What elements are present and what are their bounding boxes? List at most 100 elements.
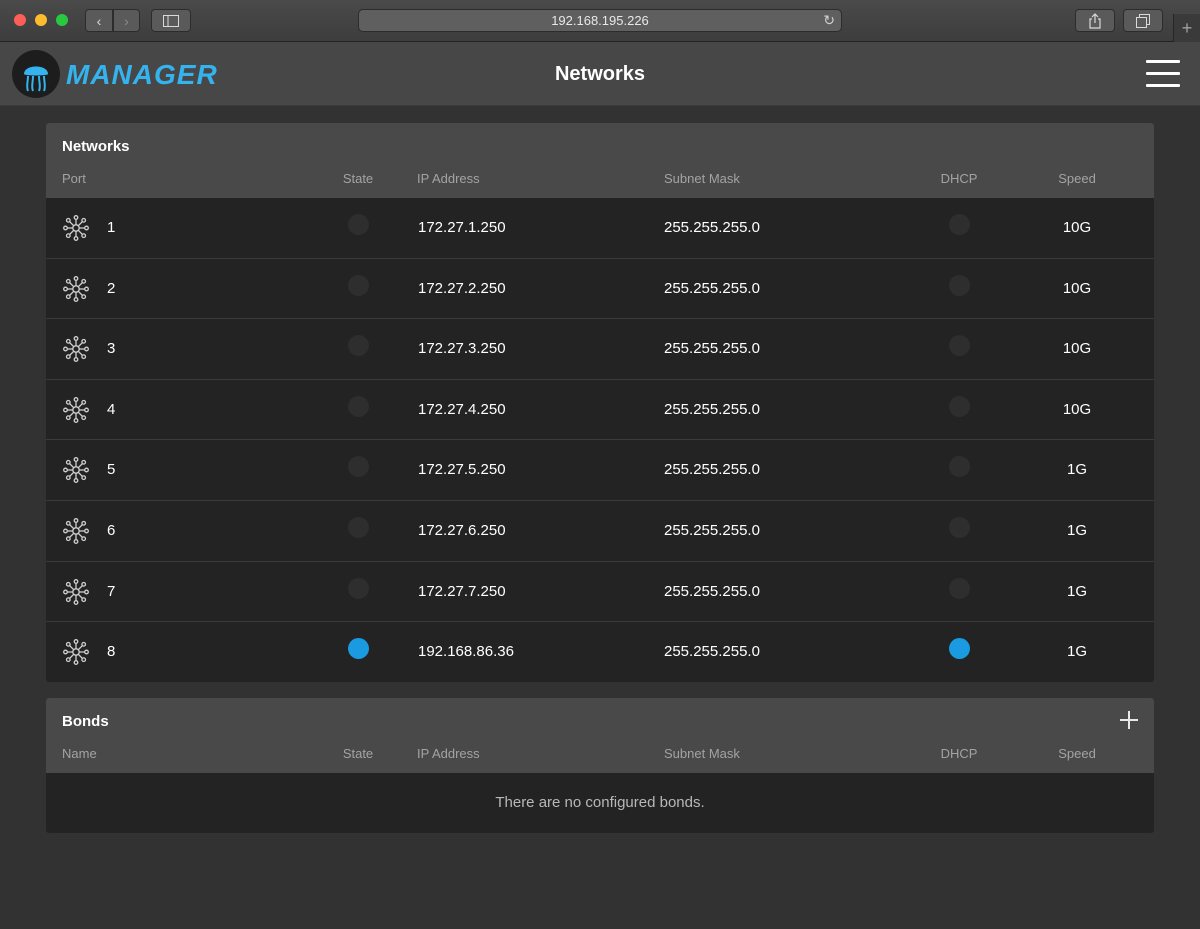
state-indicator — [348, 456, 369, 478]
column-header-mask: Subnet Mask — [664, 171, 740, 186]
share-button[interactable] — [1075, 9, 1115, 32]
port-speed: 1G — [1066, 461, 1087, 479]
column-header-name: Name — [62, 746, 97, 761]
table-row[interactable]: 2 172.27.2.250 255.255.255.0 10G — [46, 259, 1154, 320]
ip-address: 172.27.7.250 — [418, 582, 506, 600]
ip-address: 172.27.2.250 — [418, 279, 506, 297]
port-number: 8 — [107, 643, 116, 661]
state-indicator — [348, 516, 369, 538]
hamburger-menu-icon[interactable] — [1146, 60, 1180, 88]
ip-address: 172.27.3.250 — [418, 340, 506, 358]
subnet-mask: 255.255.255.0 — [664, 461, 760, 479]
port-number: 7 — [107, 582, 116, 600]
subnet-mask: 255.255.255.0 — [664, 400, 760, 418]
dhcp-indicator — [949, 274, 970, 296]
port-speed: 1G — [1066, 521, 1087, 539]
window-minimize-button[interactable] — [35, 14, 47, 26]
dhcp-indicator — [949, 335, 970, 357]
port-speed: 1G — [1066, 643, 1087, 661]
table-row[interactable]: 5 172.27.5.250 255.255.255.0 1G — [46, 440, 1154, 501]
state-indicator — [348, 335, 369, 357]
port-speed: 1G — [1066, 582, 1087, 600]
port-speed: 10G — [1062, 279, 1092, 297]
networks-header: Networks Port State IP Address Subnet Ma… — [46, 123, 1154, 198]
dhcp-indicator — [949, 456, 970, 478]
subnet-mask: 255.255.255.0 — [664, 279, 760, 297]
networks-table-body: 1 172.27.1.250 255.255.255.0 10G 2 172.27.2.2… — [46, 198, 1154, 682]
column-header-mask: Subnet Mask — [664, 746, 740, 761]
add-bond-button[interactable] — [1120, 711, 1138, 729]
network-port-icon — [62, 578, 90, 606]
port-speed: 10G — [1062, 219, 1092, 236]
browser-toolbar: ‹ › 192.168.195.226 ↻ + — [0, 0, 1200, 42]
ip-address: 172.27.4.250 — [418, 400, 506, 418]
port-number: 4 — [107, 400, 116, 418]
chevron-right-icon: › — [124, 12, 129, 29]
bonds-header: Bonds Name State IP Address Subnet Mask … — [46, 698, 1154, 773]
column-header-port: Port — [62, 171, 86, 186]
networks-panel: Networks Port State IP Address Subnet Ma… — [46, 123, 1154, 682]
subnet-mask: 255.255.255.0 — [664, 582, 760, 600]
ip-address: 172.27.1.250 — [418, 219, 506, 236]
network-port-icon — [62, 335, 90, 363]
tabs-icon — [1136, 13, 1150, 28]
state-indicator — [348, 577, 369, 599]
bonds-panel: Bonds Name State IP Address Subnet Mask … — [46, 698, 1154, 833]
state-indicator — [348, 274, 369, 296]
window-close-button[interactable] — [14, 14, 26, 26]
network-port-icon — [62, 214, 90, 242]
url-text: 192.168.195.226 — [551, 13, 649, 28]
tab-overview-button[interactable] — [1123, 9, 1163, 32]
port-number: 5 — [107, 461, 116, 479]
table-row[interactable]: 7 172.27.7.250 255.255.255.0 1G — [46, 562, 1154, 623]
plus-icon: + — [1181, 18, 1193, 38]
dhcp-indicator — [949, 214, 970, 235]
ip-address: 172.27.6.250 — [418, 521, 506, 539]
page-title: Networks — [554, 63, 646, 85]
table-row[interactable]: 8 192.168.86.36 255.255.255.0 1G — [46, 622, 1154, 682]
subnet-mask: 255.255.255.0 — [664, 340, 760, 358]
table-row[interactable]: 6 172.27.6.250 255.255.255.0 1G — [46, 501, 1154, 562]
table-row[interactable]: 4 172.27.4.250 255.255.255.0 10G — [46, 380, 1154, 441]
networks-title: Networks — [62, 138, 130, 155]
share-icon — [1089, 12, 1101, 29]
network-port-icon — [62, 638, 90, 666]
table-row[interactable]: 3 172.27.3.250 255.255.255.0 10G — [46, 319, 1154, 380]
forward-button[interactable]: › — [113, 9, 140, 32]
network-port-icon — [62, 275, 90, 303]
port-speed: 10G — [1062, 400, 1092, 418]
back-button[interactable]: ‹ — [85, 9, 113, 32]
reload-icon[interactable]: ↻ — [823, 12, 835, 29]
network-port-icon — [62, 517, 90, 545]
subnet-mask: 255.255.255.0 — [664, 219, 760, 236]
table-row[interactable]: 1 172.27.1.250 255.255.255.0 10G — [46, 198, 1154, 259]
network-port-icon — [62, 396, 90, 424]
ip-address: 192.168.86.36 — [418, 643, 514, 661]
new-tab-button[interactable]: + — [1173, 14, 1200, 42]
dhcp-indicator — [949, 577, 970, 599]
dhcp-indicator — [949, 638, 970, 660]
subnet-mask: 255.255.255.0 — [664, 521, 760, 539]
window-zoom-button[interactable] — [56, 14, 68, 26]
sidebar-icon — [163, 14, 179, 27]
port-number: 6 — [107, 521, 116, 539]
state-indicator — [348, 638, 369, 660]
dhcp-indicator — [949, 395, 970, 417]
sidebar-toggle-button[interactable] — [151, 9, 191, 32]
address-bar[interactable]: 192.168.195.226 ↻ — [358, 9, 842, 32]
column-header-ip: IP Address — [417, 746, 480, 761]
dhcp-indicator — [949, 516, 970, 538]
app-header: MANAGER Networks — [0, 42, 1200, 106]
column-header-ip: IP Address — [417, 171, 480, 186]
state-indicator — [348, 214, 369, 235]
ip-address: 172.27.5.250 — [418, 461, 506, 479]
port-number: 2 — [107, 279, 116, 297]
chevron-left-icon: ‹ — [96, 12, 102, 29]
port-number: 1 — [107, 219, 116, 236]
port-number: 3 — [107, 340, 116, 358]
bonds-title: Bonds — [62, 713, 109, 730]
network-port-icon — [62, 456, 90, 484]
subnet-mask: 255.255.255.0 — [664, 643, 760, 661]
empty-bonds-message: There are no configured bonds. — [495, 794, 705, 811]
port-speed: 10G — [1062, 340, 1092, 358]
